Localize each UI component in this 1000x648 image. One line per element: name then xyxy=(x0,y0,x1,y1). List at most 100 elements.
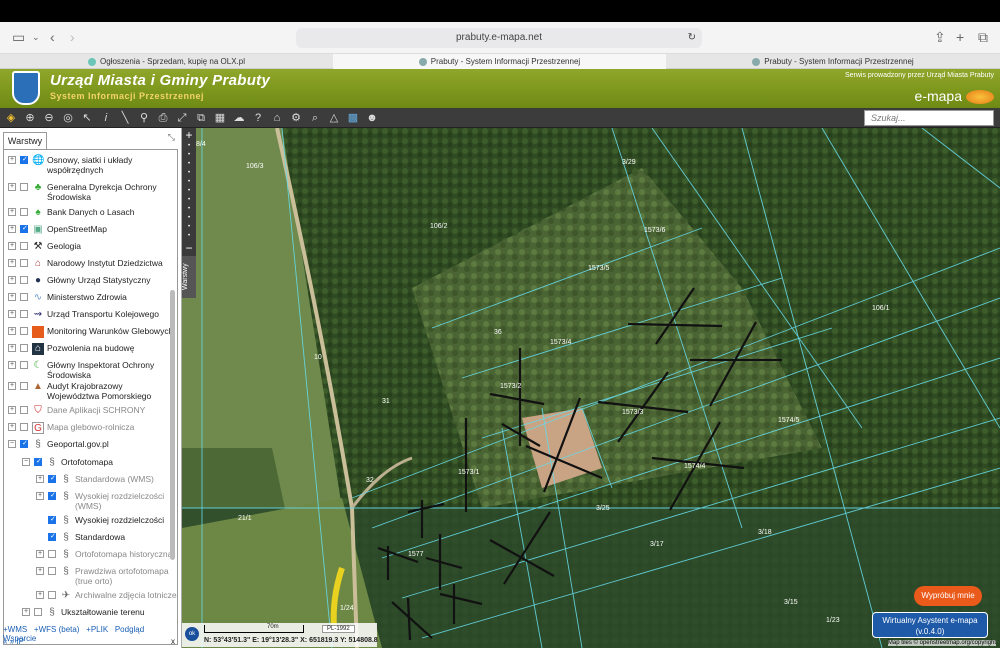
expand-icon[interactable]: + xyxy=(8,276,16,284)
coord-system-select[interactable]: PL-1992 xyxy=(322,625,355,633)
print-icon[interactable]: ⎙ xyxy=(155,110,171,126)
cloud-icon[interactable]: ⌂ xyxy=(269,110,285,126)
expand-icon[interactable]: + xyxy=(8,344,16,352)
measure-line-icon[interactable]: ╲ xyxy=(117,110,133,126)
link-preview[interactable]: Podgląd xyxy=(115,625,144,634)
info-icon[interactable]: 𝑖 xyxy=(98,110,114,126)
expand-icon[interactable]: + xyxy=(36,567,44,575)
zoom-levels[interactable]: • • • • • • • • • • • xyxy=(182,142,196,241)
settings-icon[interactable]: ⚙ xyxy=(288,110,304,126)
zoom-out-icon[interactable]: ⊖ xyxy=(41,110,57,126)
expand-icon[interactable]: + xyxy=(8,361,16,369)
layer-checkbox[interactable] xyxy=(20,183,28,191)
link-add-file[interactable]: +PLIK xyxy=(86,625,108,634)
layer-checkbox[interactable] xyxy=(20,406,28,414)
layer-checkbox[interactable] xyxy=(20,310,28,318)
expand-icon[interactable]: + xyxy=(8,208,16,216)
zoom-in-icon[interactable]: ⊕ xyxy=(22,110,38,126)
layers-icon[interactable]: ◈ xyxy=(3,110,19,126)
apps-icon[interactable]: ▩ xyxy=(345,110,361,126)
layer-checkbox[interactable] xyxy=(20,242,28,250)
layer-checkbox[interactable] xyxy=(20,293,28,301)
layer-checkbox[interactable] xyxy=(20,361,28,369)
layer-checkbox[interactable] xyxy=(20,155,28,165)
expand-icon[interactable]: + xyxy=(8,225,16,233)
layer-checkbox[interactable] xyxy=(20,344,28,352)
ok-button[interactable]: ok xyxy=(185,627,199,641)
select-arrow-icon[interactable]: ↖ xyxy=(79,110,95,126)
expand-icon[interactable]: + xyxy=(8,310,16,318)
layer-checkbox[interactable] xyxy=(48,491,56,501)
layer-checkbox[interactable] xyxy=(34,457,42,467)
map-attribution[interactable]: Map tiles © openstreetmap.org/copyright xyxy=(887,640,996,646)
chevron-down-icon[interactable]: ⌄ xyxy=(32,32,40,43)
forward-icon[interactable]: › xyxy=(70,29,75,45)
expand-icon[interactable]: + xyxy=(36,475,44,483)
expand-icon[interactable]: + xyxy=(8,382,16,390)
user-icon[interactable]: ☻ xyxy=(364,110,380,126)
layer-checkbox[interactable] xyxy=(20,259,28,267)
expand-icon[interactable]: + xyxy=(8,327,16,335)
expand-icon[interactable]: + xyxy=(8,242,16,250)
expand-icon[interactable]: + xyxy=(8,259,16,267)
layer-checkbox[interactable] xyxy=(34,608,42,616)
tab-prabuty[interactable]: Prabuty - System Informacji Przestrzenne… xyxy=(666,54,1000,69)
expand-icon[interactable]: + xyxy=(8,293,16,301)
link-add-wms[interactable]: +WMS xyxy=(3,625,27,634)
zoom-plus-icon[interactable]: + xyxy=(182,128,196,142)
collapse-icon[interactable]: − xyxy=(8,440,16,448)
search-map-icon[interactable]: ⌕ xyxy=(307,110,323,126)
expand-icon[interactable]: + xyxy=(8,183,16,191)
link-icon[interactable]: ⚲ xyxy=(136,110,152,126)
map-view[interactable]: 8/4 106/3 106/2 3/29 1573/6 1573/5 1573/… xyxy=(182,128,1000,648)
collapse-icon[interactable]: ⤡ xyxy=(168,132,175,143)
expand-icon[interactable]: + xyxy=(36,550,44,558)
layer-checkbox[interactable] xyxy=(20,439,28,449)
link-add-wfs[interactable]: +WFS (beta) xyxy=(34,625,80,634)
expand-icon[interactable]: + xyxy=(8,406,16,414)
scrollbar[interactable] xyxy=(170,290,175,560)
warning-icon[interactable]: △ xyxy=(326,110,342,126)
search-input[interactable]: Szukaj... xyxy=(864,110,994,126)
tab-prabuty-active[interactable]: Prabuty - System Informacji Przestrzenne… xyxy=(333,54,666,69)
tabs-overview-icon[interactable]: ⧉ xyxy=(978,29,988,46)
zoom-extent-icon[interactable]: ◎ xyxy=(60,110,76,126)
expand-icon[interactable]: + xyxy=(36,591,44,599)
zoom-minus-icon[interactable]: − xyxy=(182,241,196,255)
layer-checkbox[interactable] xyxy=(48,591,56,599)
collapse-icon[interactable]: − xyxy=(22,458,30,466)
layer-checkbox[interactable] xyxy=(48,474,56,484)
try-me-button[interactable]: Wypróbuj mnie xyxy=(914,586,982,606)
tab-olx[interactable]: Ogłoszenia - Sprzedam, kupię na OLX.pl xyxy=(0,54,333,69)
comment-icon[interactable]: ☁ xyxy=(231,110,247,126)
back-icon[interactable]: ‹ xyxy=(50,29,55,45)
layer-checkbox[interactable] xyxy=(20,382,28,390)
help-icon[interactable]: ? xyxy=(250,110,266,126)
reload-icon[interactable]: ↻ xyxy=(688,28,696,48)
export-icon[interactable]: ⤢ xyxy=(174,110,190,126)
layer-checkbox[interactable] xyxy=(48,532,56,542)
copy-icon[interactable]: ⧉ xyxy=(193,110,209,126)
layer-checkbox[interactable] xyxy=(20,276,28,284)
layer-checkbox[interactable] xyxy=(48,550,56,558)
map-side-tab[interactable]: Warstwy xyxy=(182,256,196,298)
layer-checkbox[interactable] xyxy=(20,208,28,216)
tab-warstwy[interactable]: Warstwy xyxy=(3,132,47,149)
close-icon[interactable]: x xyxy=(171,637,175,646)
expand-icon[interactable]: + xyxy=(36,492,44,500)
virtual-assistant-button[interactable]: Wirtualny Asystent e-mapa (v.0.4.0) xyxy=(872,612,988,638)
share-icon[interactable]: ⇪ xyxy=(934,29,946,46)
layer-checkbox[interactable] xyxy=(48,567,56,575)
layer-checkbox[interactable] xyxy=(20,327,28,335)
grid-icon[interactable]: ▦ xyxy=(212,110,228,126)
sidebar-icon[interactable]: ▭ xyxy=(12,29,25,46)
url-bar[interactable]: prabuty.e-mapa.net ↻ xyxy=(296,28,702,48)
expand-icon[interactable]: + xyxy=(22,608,30,616)
layer-checkbox[interactable] xyxy=(48,515,56,525)
layer-checkbox[interactable] xyxy=(20,224,28,234)
expand-icon[interactable]: + xyxy=(8,423,16,431)
layer-checkbox[interactable] xyxy=(20,423,28,431)
new-tab-icon[interactable]: + xyxy=(956,29,964,45)
panel-footer-nav[interactable]: « » IP xyxy=(3,637,24,646)
expand-icon[interactable]: + xyxy=(8,156,16,164)
